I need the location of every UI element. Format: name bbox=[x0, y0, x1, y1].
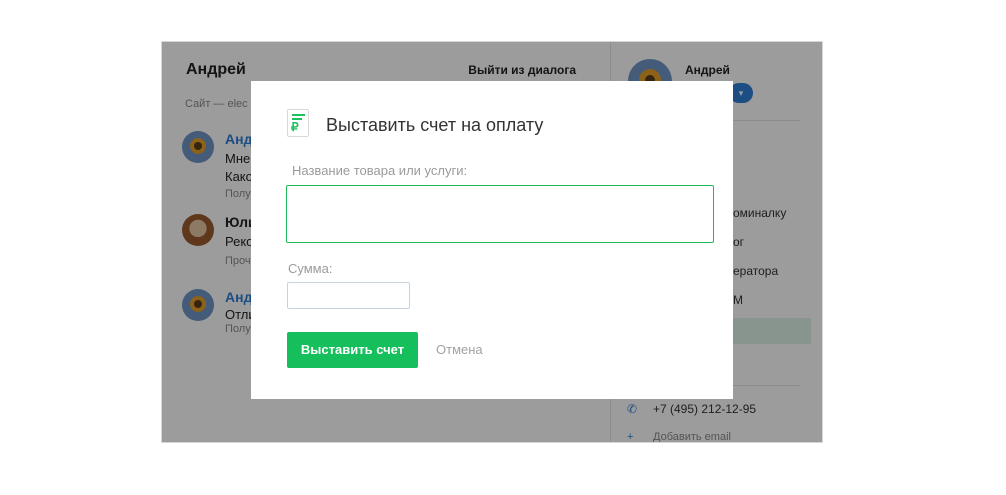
sum-label: Сумма: bbox=[288, 261, 333, 276]
product-name-label: Название товара или услуги: bbox=[292, 163, 468, 178]
cancel-button[interactable]: Отмена bbox=[436, 342, 483, 357]
dialog-title: Выставить счет на оплату bbox=[326, 115, 544, 135]
submit-invoice-button[interactable]: Выставить счет bbox=[287, 332, 418, 368]
product-name-input[interactable] bbox=[286, 185, 714, 243]
invoice-dialog: ₽ Выставить счет на оплату Название това… bbox=[251, 81, 733, 399]
sum-input[interactable] bbox=[287, 282, 410, 309]
ruble-glyph: ₽ bbox=[291, 120, 299, 134]
invoice-ruble-icon: ₽ bbox=[287, 109, 309, 137]
